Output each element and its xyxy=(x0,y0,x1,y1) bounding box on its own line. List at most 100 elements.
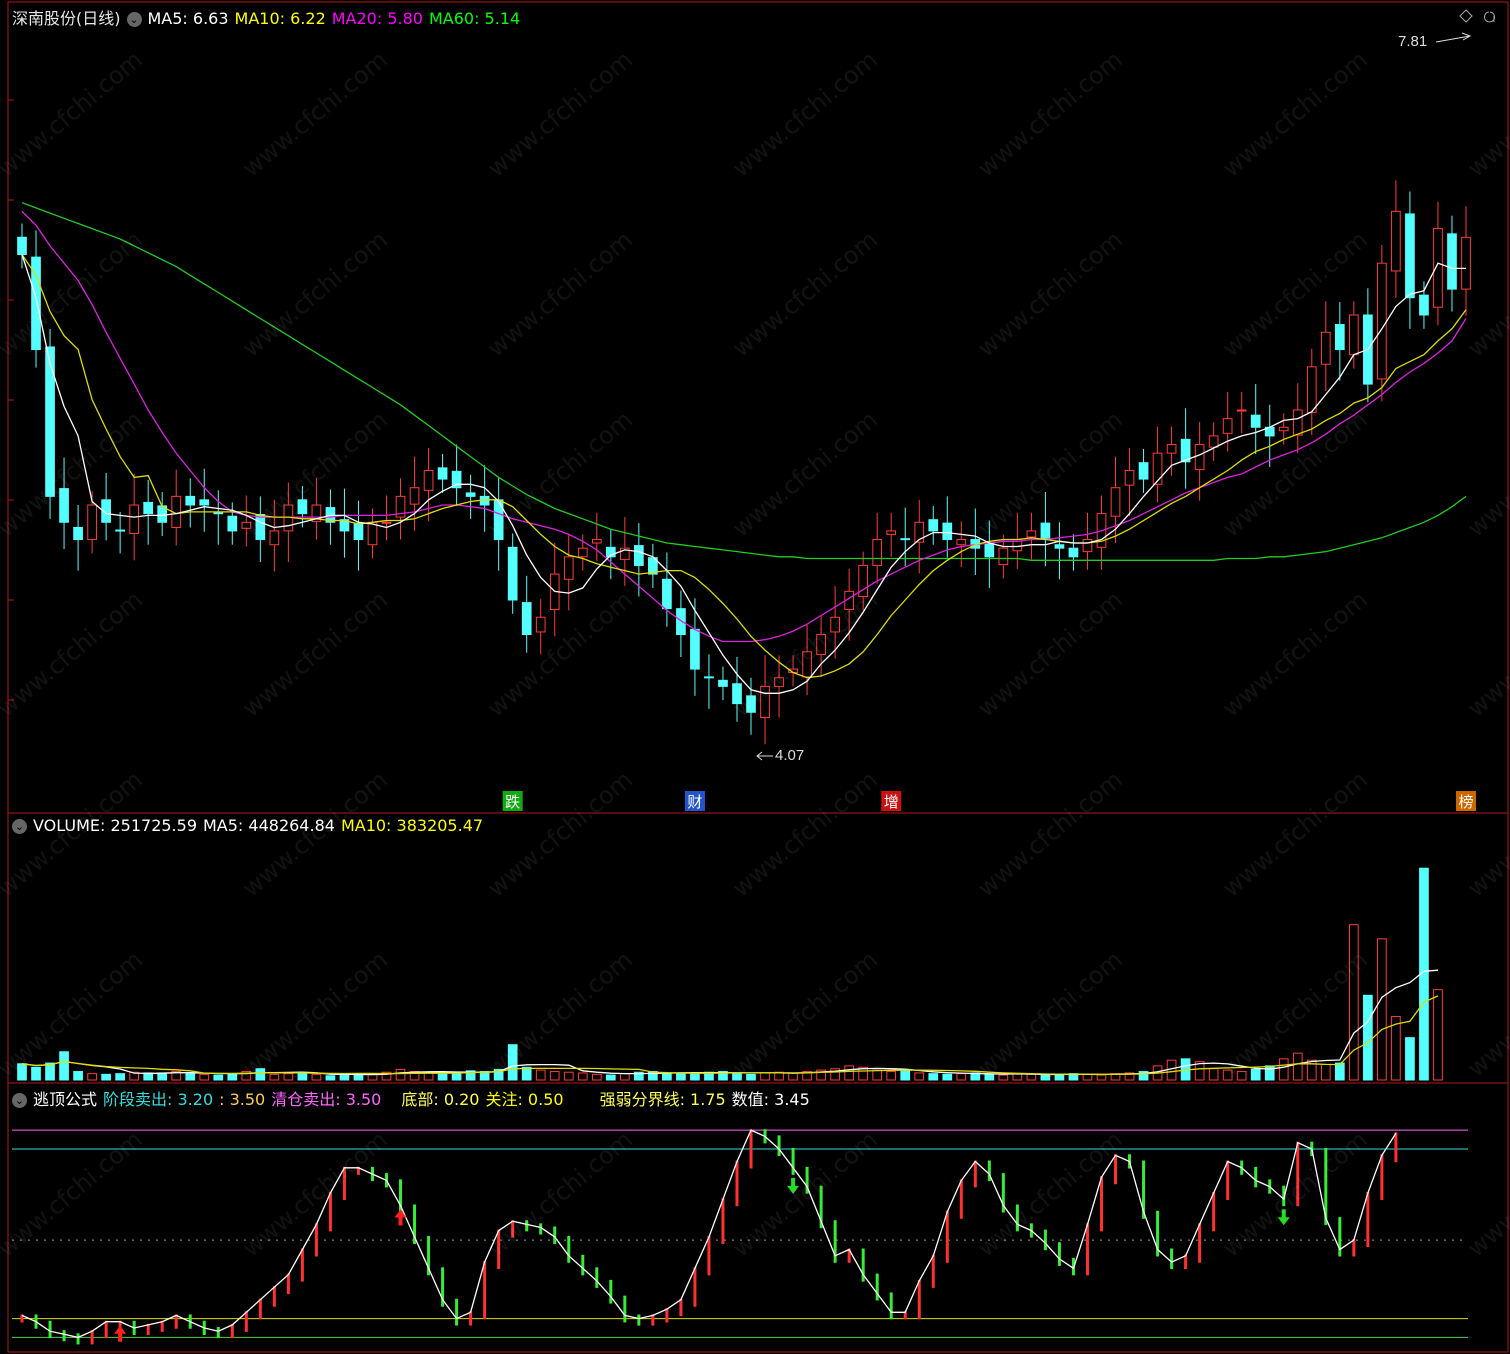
candle-body xyxy=(1222,418,1233,434)
buy-arrow-icon xyxy=(114,1325,127,1342)
volume-bar xyxy=(1264,1065,1275,1081)
candle-body xyxy=(367,521,378,546)
high-arrow-icon xyxy=(1435,32,1472,43)
volume-bar xyxy=(984,1073,995,1081)
volume-bar xyxy=(914,1072,925,1081)
bottom-label: 底部: 0.20 xyxy=(401,1090,480,1109)
candle-body xyxy=(886,530,897,535)
volume-bar xyxy=(213,1074,224,1081)
candle-body xyxy=(634,545,644,566)
volume-label: VOLUME: 251725.59 xyxy=(33,816,197,835)
volume-bar xyxy=(115,1073,125,1081)
volume-bar xyxy=(844,1065,854,1081)
volume-bar xyxy=(1054,1073,1065,1081)
candle-body xyxy=(1334,324,1345,351)
candle-body xyxy=(1292,409,1303,436)
diamond-icon xyxy=(1459,9,1473,23)
volume-bar xyxy=(1391,1015,1401,1081)
candle-body xyxy=(381,521,392,524)
indicator-bar xyxy=(707,1235,711,1276)
indicator-bar xyxy=(314,1223,318,1257)
candle-body xyxy=(718,679,728,687)
candle-body xyxy=(591,539,602,544)
volume-bar xyxy=(732,1073,742,1081)
volume-bar xyxy=(395,1068,406,1081)
indicator-bar xyxy=(735,1160,739,1207)
candle-body xyxy=(928,519,939,532)
candle-body xyxy=(1236,409,1247,412)
low-price-label: 4.07 xyxy=(775,747,804,764)
volume-bar xyxy=(605,1074,616,1081)
volume-bar xyxy=(1433,989,1443,1081)
ma60-label: MA60: 5.14 xyxy=(428,9,521,28)
candle-body xyxy=(1026,530,1037,538)
indicator-bar xyxy=(497,1229,501,1270)
high-price-label: 7.81 xyxy=(1398,33,1427,50)
event-marker-text: 榜 xyxy=(1458,793,1473,811)
indicator-bar xyxy=(637,1314,641,1326)
ma20-line xyxy=(21,210,1467,643)
candle-body xyxy=(900,538,911,541)
indicator-bar xyxy=(48,1320,52,1339)
indicator-bar xyxy=(483,1261,487,1320)
candle-body xyxy=(115,529,125,532)
volume-bar xyxy=(928,1073,939,1081)
indicator-bar xyxy=(917,1279,921,1320)
candle-body xyxy=(269,530,280,546)
candle-body xyxy=(746,695,756,713)
indicator-bar xyxy=(1352,1239,1356,1257)
volume-bar xyxy=(942,1073,953,1081)
indicator-bar xyxy=(258,1298,262,1320)
volume-bar xyxy=(1082,1073,1093,1081)
low-arrow-icon xyxy=(756,751,774,761)
candle-body xyxy=(872,539,883,566)
candle-body xyxy=(704,676,714,679)
stock-chart[interactable]: 7.81 4.07 跌 财 增 榜 xyxy=(0,0,1510,1354)
volume-ma10-label: MA10: 383205.47 xyxy=(340,816,484,835)
indicator-bar xyxy=(1338,1217,1342,1257)
volume-bar xyxy=(886,1071,897,1081)
candle-body xyxy=(816,634,826,655)
candle-body xyxy=(942,522,953,541)
candle-body xyxy=(998,547,1009,566)
volume-bar xyxy=(311,1073,322,1081)
volume-bar xyxy=(1334,1062,1345,1081)
candle-body xyxy=(199,499,210,506)
indicator-bar xyxy=(76,1333,80,1345)
candle-body xyxy=(1306,366,1317,414)
volume-bar xyxy=(872,1069,883,1081)
candle-body xyxy=(760,685,770,718)
indicator-panel xyxy=(12,1129,1468,1345)
buy-arrow-icon xyxy=(394,1209,407,1226)
indicator-bar xyxy=(595,1267,599,1288)
indicator-bar xyxy=(679,1298,683,1317)
candle-body xyxy=(676,608,686,636)
volume-bar xyxy=(788,1072,798,1081)
volume-bar xyxy=(591,1073,602,1081)
chevron-down-icon[interactable]: ⌄ xyxy=(12,819,27,834)
stock-title[interactable]: 深南股份(日线) xyxy=(12,9,121,28)
indicator-bar xyxy=(777,1135,781,1156)
event-marker-text: 跌 xyxy=(505,793,520,811)
volume-bar xyxy=(227,1073,238,1081)
volume-bar xyxy=(956,1073,967,1081)
indicator-bar xyxy=(1099,1176,1103,1232)
candle-body xyxy=(1461,236,1471,290)
clear-sell-label: 清仓卖出: 3.50 xyxy=(271,1090,382,1109)
indicator-bar xyxy=(721,1198,725,1244)
chevron-down-icon[interactable]: ⌄ xyxy=(126,12,142,27)
candle-body xyxy=(227,515,238,532)
chevron-down-icon[interactable]: ⌄ xyxy=(12,1093,27,1108)
candle-body xyxy=(1110,487,1121,517)
main-chart-header: 深南股份(日线) ⌄ MA5: 6.63 MA10: 6.22 MA20: 5.80 MA… xyxy=(12,5,526,29)
indicator-bar xyxy=(889,1292,893,1320)
volume-bar xyxy=(437,1072,448,1081)
volume-ma10-line xyxy=(21,995,1439,1076)
focus-label: 关注: 0.50 xyxy=(485,1090,564,1109)
indicator-bar xyxy=(553,1226,557,1244)
candle-body xyxy=(1152,452,1163,485)
volume-bar xyxy=(269,1073,280,1081)
volume-bar xyxy=(1377,938,1387,1081)
indicator-bar xyxy=(244,1311,248,1332)
indicator-bar xyxy=(1254,1166,1258,1188)
